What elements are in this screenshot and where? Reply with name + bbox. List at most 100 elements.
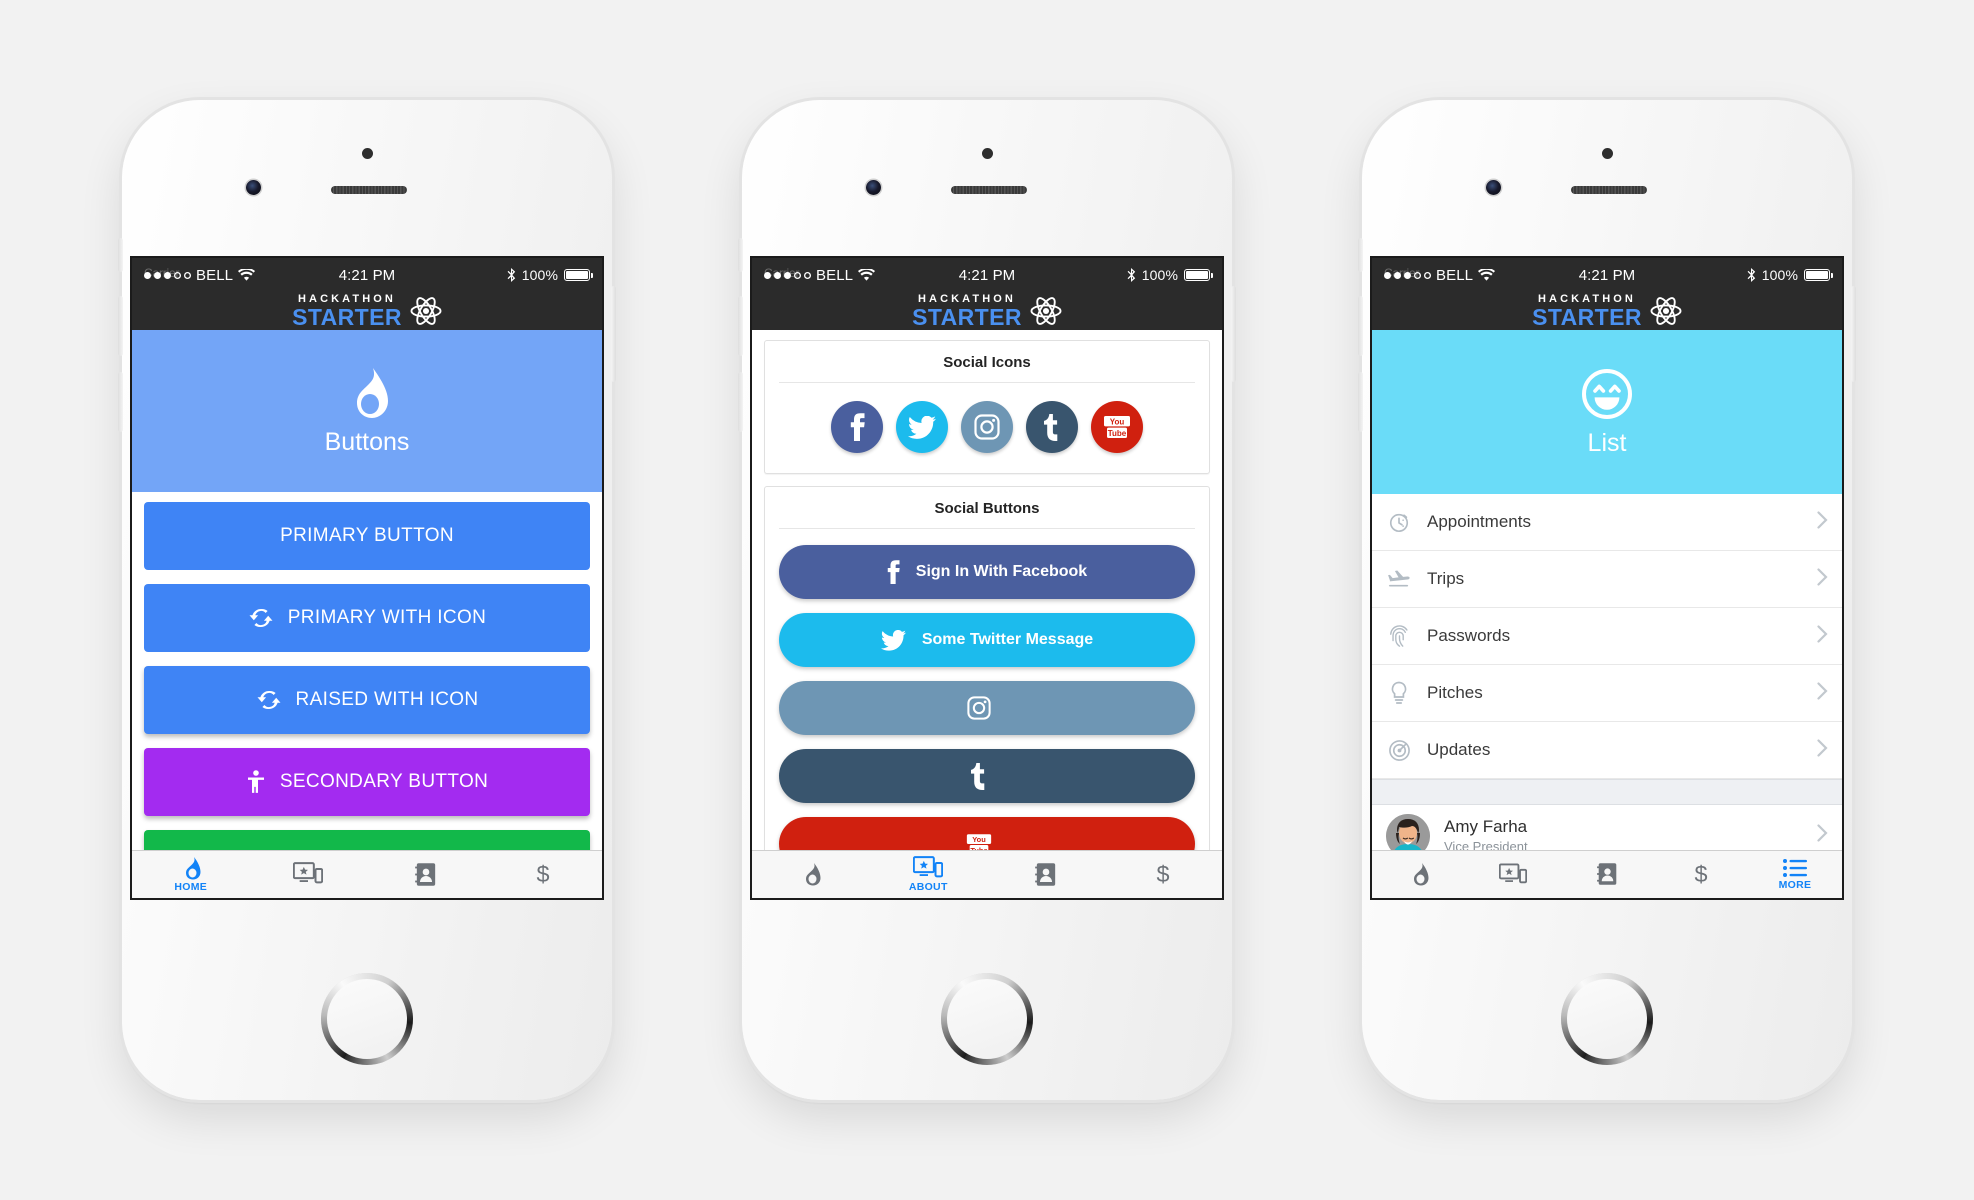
- tab-contacts[interactable]: [367, 862, 485, 888]
- bluetooth-icon: [507, 268, 515, 282]
- svg-text:$: $: [537, 861, 550, 887]
- chevron-right-icon: [1817, 510, 1828, 534]
- tab-about[interactable]: [250, 862, 368, 887]
- flame-icon: [1414, 863, 1429, 886]
- brand-line2: STARTER: [1532, 303, 1642, 330]
- contact-name: Amy Farha: [1444, 817, 1528, 837]
- signal-strength-icon: [144, 271, 191, 279]
- dollar-icon: $: [537, 861, 550, 887]
- tab-more-label: MORE: [1778, 879, 1812, 891]
- tab-home[interactable]: [1372, 862, 1466, 887]
- youtube-icon-button[interactable]: You Tube: [1091, 401, 1143, 453]
- tab-home[interactable]: [752, 862, 870, 887]
- social-buttons-title: Social Buttons: [934, 500, 1040, 517]
- tab-about[interactable]: ABOUT: [870, 856, 988, 893]
- twitter-message-button[interactable]: Some Twitter Message: [779, 613, 1195, 667]
- battery-icon: [1804, 269, 1834, 281]
- screen-content-buttons: Buttons PRIMARY BUTTON PRIMARY WITH ICON: [132, 330, 602, 850]
- tab-dollar[interactable]: $: [485, 861, 603, 888]
- raised-with-icon-button[interactable]: RAISED WITH ICON: [144, 666, 590, 734]
- lightbulb-icon: [1386, 681, 1412, 705]
- proximity-sensor-icon: [362, 148, 373, 159]
- signal-strength-icon: [764, 271, 811, 279]
- instagram-button[interactable]: [779, 681, 1195, 735]
- brand-line2: STARTER: [292, 303, 402, 330]
- wifi-icon: [238, 268, 256, 281]
- tab-about-label: ABOUT: [908, 881, 948, 893]
- secondary-button[interactable]: SECONDARY BUTTON: [144, 748, 590, 816]
- social-icons-row: You Tube: [765, 383, 1209, 473]
- list-item[interactable]: Updates: [1372, 722, 1842, 779]
- list-item[interactable]: Pitches: [1372, 665, 1842, 722]
- list-item[interactable]: Trips: [1372, 551, 1842, 608]
- tab-bar: HOME $: [132, 850, 602, 898]
- tumblr-icon-button[interactable]: [1026, 401, 1078, 453]
- tab-home[interactable]: HOME: [132, 856, 250, 893]
- facebook-signin-button[interactable]: Sign In With Facebook: [779, 545, 1195, 599]
- tumblr-icon: [1044, 413, 1058, 441]
- wifi-icon: [858, 268, 876, 281]
- tab-contacts[interactable]: [987, 862, 1105, 888]
- twitter-icon-button[interactable]: [896, 401, 948, 453]
- list-item-label: Passwords: [1427, 626, 1511, 645]
- phone-top-hardware: [1362, 100, 1852, 258]
- tumblr-button[interactable]: [779, 749, 1195, 803]
- contact-row[interactable]: Amy Farha Vice President: [1372, 805, 1842, 850]
- list-item[interactable]: Appointments: [1372, 494, 1842, 551]
- primary-button[interactable]: PRIMARY BUTTON: [144, 502, 590, 570]
- status-bar: Carrier BELL 4:21 PM 100%: [752, 258, 1222, 292]
- battery-icon: [1184, 269, 1214, 281]
- youtube-icon: You Tube: [966, 833, 992, 850]
- youtube-button[interactable]: You Tube: [779, 817, 1195, 850]
- battery-percent: 100%: [1761, 267, 1798, 283]
- home-button[interactable]: [1561, 973, 1653, 1065]
- tab-contacts[interactable]: [1560, 862, 1654, 887]
- list-items: Appointments Trips Passwords Pitches Upd…: [1372, 494, 1842, 850]
- tab-about[interactable]: [1466, 862, 1560, 887]
- facebook-icon: [887, 560, 900, 584]
- facebook-icon-button[interactable]: [831, 401, 883, 453]
- smiley-icon: [1582, 368, 1632, 419]
- svg-text:$: $: [1157, 861, 1170, 887]
- proximity-sensor-icon: [982, 148, 993, 159]
- airplane-icon: [1386, 569, 1412, 589]
- svg-text:You: You: [972, 835, 986, 844]
- contact-card-icon: [414, 862, 435, 886]
- banner-label: Buttons: [324, 427, 410, 456]
- bluetooth-icon: [1747, 268, 1755, 282]
- earpiece-speaker: [951, 186, 1027, 194]
- phone-top-hardware: [122, 100, 612, 258]
- avatar: [1386, 813, 1430, 850]
- brand-line1: HACKATHON: [298, 292, 396, 305]
- secondary2-button[interactable]: SECONDARY2 BUTTON: [144, 830, 590, 850]
- screen-buttons: Carrier BELL 4:21 PM 100% HACKATHON STAR…: [132, 258, 602, 898]
- earpiece-speaker: [1571, 186, 1647, 194]
- screen-content-list: List Appointments Trips Passwords Pitche…: [1372, 330, 1842, 850]
- home-button[interactable]: [321, 973, 413, 1065]
- primary-with-icon-button[interactable]: PRIMARY WITH ICON: [144, 584, 590, 652]
- radar-icon: [1386, 739, 1412, 762]
- dollar-icon: $: [1694, 861, 1707, 887]
- tab-dollar[interactable]: $: [1654, 861, 1748, 888]
- primary-with-icon-label: PRIMARY WITH ICON: [287, 607, 487, 628]
- power-button[interactable]: [1231, 286, 1236, 382]
- instagram-icon-button[interactable]: [961, 401, 1013, 453]
- facebook-signin-label: Sign In With Facebook: [915, 563, 1088, 580]
- react-atom-icon: [1030, 297, 1062, 325]
- phone-top-hardware: [742, 100, 1232, 258]
- primary-button-label: PRIMARY BUTTON: [280, 525, 454, 546]
- list-item[interactable]: Passwords: [1372, 608, 1842, 665]
- brand-line1: HACKATHON: [1538, 292, 1636, 305]
- facebook-icon: [850, 413, 865, 441]
- home-button[interactable]: [941, 973, 1033, 1065]
- power-button[interactable]: [1851, 286, 1856, 382]
- power-button[interactable]: [611, 286, 616, 382]
- social-buttons-card: Social Buttons Sign In With Facebook Som…: [764, 486, 1210, 850]
- svg-text:You: You: [1110, 417, 1125, 426]
- tab-more[interactable]: MORE: [1748, 858, 1842, 891]
- tab-dollar[interactable]: $: [1105, 861, 1223, 888]
- app-navbar: HACKATHON STARTER: [1372, 292, 1842, 330]
- chevron-right-icon: [1817, 738, 1828, 762]
- phone-about: Carrier BELL 4:21 PM 100% HACKATHON STAR…: [738, 100, 1236, 1100]
- contact-text: Amy Farha Vice President: [1444, 817, 1803, 850]
